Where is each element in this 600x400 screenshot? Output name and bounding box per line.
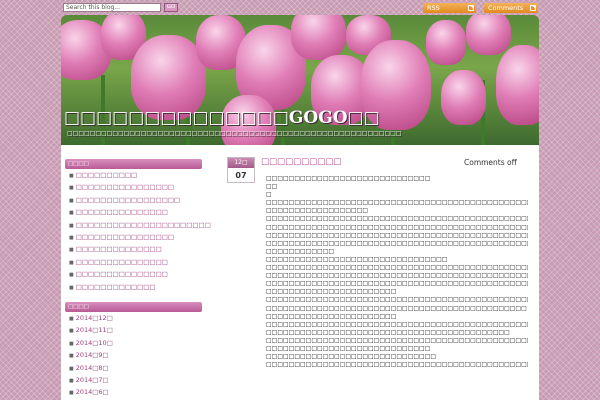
archive-link[interactable]: ■ 2014□6□: [69, 386, 113, 398]
content-area: □□□□ ■ □□□□□□□□□□ ■ □□□□□□□□□□□□□□□□ ■ □□□□…: [61, 145, 539, 400]
category-link[interactable]: ■ □□□□□□□□□□□□□□□□: [69, 181, 211, 193]
category-link[interactable]: ■ □□□□□□□□□□□□□□□: [69, 206, 211, 218]
post-text-line: □□: [266, 183, 278, 191]
blog-description: □□□□□□□□□□□□□□□□□□□□□□□□□□□□□□□□□□□□□□□□…: [67, 130, 402, 137]
post-text-line: □□□□□□□□□□□□□□□□□□□□□□□□□□□□□□□□□□□□□□□□…: [266, 264, 528, 272]
archives-list: ■ 2014□12□ ■ 2014□11□ ■ 2014□10□ ■ 2014□9□ ■…: [69, 312, 113, 399]
post-date-day: 07: [235, 171, 247, 180]
post-text-line: □□□□□□□□□□□□□□□□□□□□□□□□□□□□□□□□□□□□□□□□…: [266, 361, 528, 369]
archive-link[interactable]: ■ 2014□11□: [69, 324, 113, 336]
archive-link[interactable]: ■ 2014□8□: [69, 362, 113, 374]
post-date-month: 12□: [228, 158, 254, 168]
post-text-line: □□□□□□□□□□□□□□□□□□□□□□□: [266, 288, 397, 296]
comments-feed-label: Comments: [488, 4, 524, 12]
post-text-line: □□□□□□□□□□□□□□□□□□□□□□□□□□□□□: [266, 344, 431, 352]
post-text-line: □: [266, 191, 272, 199]
search-input[interactable]: Search this blog...: [63, 3, 161, 12]
post-text-line: □□□□□□□□□□□□□□□□□□□□□□□□□□□□□□□□□□□□□□□□…: [266, 296, 528, 304]
post-text-line: □□□□□□□□□□□□□□□□□□□□□□□□□□□□□□□□□□□□□□□□…: [266, 231, 528, 239]
categories-list: ■ □□□□□□□□□□ ■ □□□□□□□□□□□□□□□□ ■ □□□□□□□□□…: [69, 169, 211, 293]
post-comments-status: Comments off: [464, 158, 517, 167]
header-banner: □□□□□□□□□□□□□□GOGO□□ □□□□□□□□□□□□□□□□□□□…: [61, 15, 539, 145]
blog-title[interactable]: □□□□□□□□□□□□□□GOGO□□: [64, 108, 380, 128]
categories-widget-title: □□□□: [65, 159, 202, 169]
archive-link[interactable]: ■ 2014□9□: [69, 349, 113, 361]
post-text-line: □□□□□□□□□□□□: [266, 247, 335, 255]
comments-feed-button[interactable]: Comments: [484, 3, 538, 13]
category-link[interactable]: ■ □□□□□□□□□□□□□□□: [69, 268, 211, 280]
post-text-line: □□□□□□□□□□□□□□□□□□□□□□□□□□□□□□□□□□□□□□□□…: [266, 320, 528, 328]
post-body: □□□□□□□□□□□□□□□□□□□□□□□□□□□□□ □□ □ □□□□□…: [266, 175, 528, 369]
post-text-line: □□□□□□□□□□□□□□□□□□□□□□□: [266, 312, 397, 320]
post-text-line: □□□□□□□□□□□□□□□□□□□□□□□□□□□□□□□□□□□□□□□□…: [266, 280, 528, 288]
post-text-line: □□□□□□□□□□□□□□□□□□□□□□□□□□□□□□□□□□□□□□□□…: [266, 328, 510, 336]
search-button[interactable]: GO: [164, 3, 178, 12]
rss-icon: [468, 5, 474, 11]
post-text-line: □□□□□□□□□□□□□□□□□□□□□□□□□□□□□□□□: [266, 255, 448, 263]
rss-icon: [530, 5, 536, 11]
post-title-link[interactable]: □□□□□□□□□□: [261, 157, 341, 167]
rss-label: RSS: [427, 4, 440, 12]
archives-widget-title: □□□□: [65, 302, 202, 312]
post-text-line: □□□□□□□□□□□□□□□□□□□□□□□□□□□□□□□□□□□□□□□□…: [266, 215, 528, 223]
post-text-line: □□□□□□□□□□□□□□□□□□□□□□□□□□□□□□□□□□□□□□□□…: [266, 272, 528, 280]
post-date-badge: 12□ 07: [227, 157, 255, 183]
post-text-line: □□□□□□□□□□□□□□□□□□□□□□□□□□□□□□: [266, 353, 437, 361]
category-link[interactable]: ■ □□□□□□□□□□□□□□□□□□□□□□: [69, 219, 211, 231]
archive-link[interactable]: ■ 2014□12□: [69, 312, 113, 324]
category-link[interactable]: ■ □□□□□□□□□□□□□□□: [69, 256, 211, 268]
category-link[interactable]: ■ □□□□□□□□□□: [69, 169, 211, 181]
post-text-line: □□□□□□□□□□□□□□□□□□□□□□□□□□□□□□□□□□□□□□□□…: [266, 199, 528, 207]
category-link[interactable]: ■ □□□□□□□□□□□□□□□□: [69, 231, 211, 243]
rss-feed-button[interactable]: RSS: [423, 3, 476, 13]
category-link[interactable]: ■ □□□□□□□□□□□□□: [69, 281, 211, 293]
archive-link[interactable]: ■ 2014□7□: [69, 374, 113, 386]
post-text-line: □□□□□□□□□□□□□□□□□□□□□□□□□□□□□□□□□□□□□□□□…: [266, 304, 527, 312]
post-text-line: □□□□□□□□□□□□□□□□□□□□□□□□□□□□□□□□□□□□□□□□…: [266, 239, 528, 247]
post-text-line: □□□□□□□□□□□□□□□□□□□□□□□□□□□□□: [266, 175, 431, 182]
archive-link[interactable]: ■ 2014□10□: [69, 337, 113, 349]
post-text-line: □□□□□□□□□□□□□□□□□□□□□□□□□□□□□□□□□□□□□□□□…: [266, 336, 528, 344]
category-link[interactable]: ■ □□□□□□□□□□□□□□□□□: [69, 194, 211, 206]
category-link[interactable]: ■ □□□□□□□□□□□□□□: [69, 243, 211, 255]
post-text-line: □□□□□□□□□□□□□□□□□□: [266, 207, 369, 215]
post-text-line: □□□□□□□□□□□□□□□□□□□□□□□□□□□□□□□□□□□□□□□□…: [266, 223, 528, 231]
